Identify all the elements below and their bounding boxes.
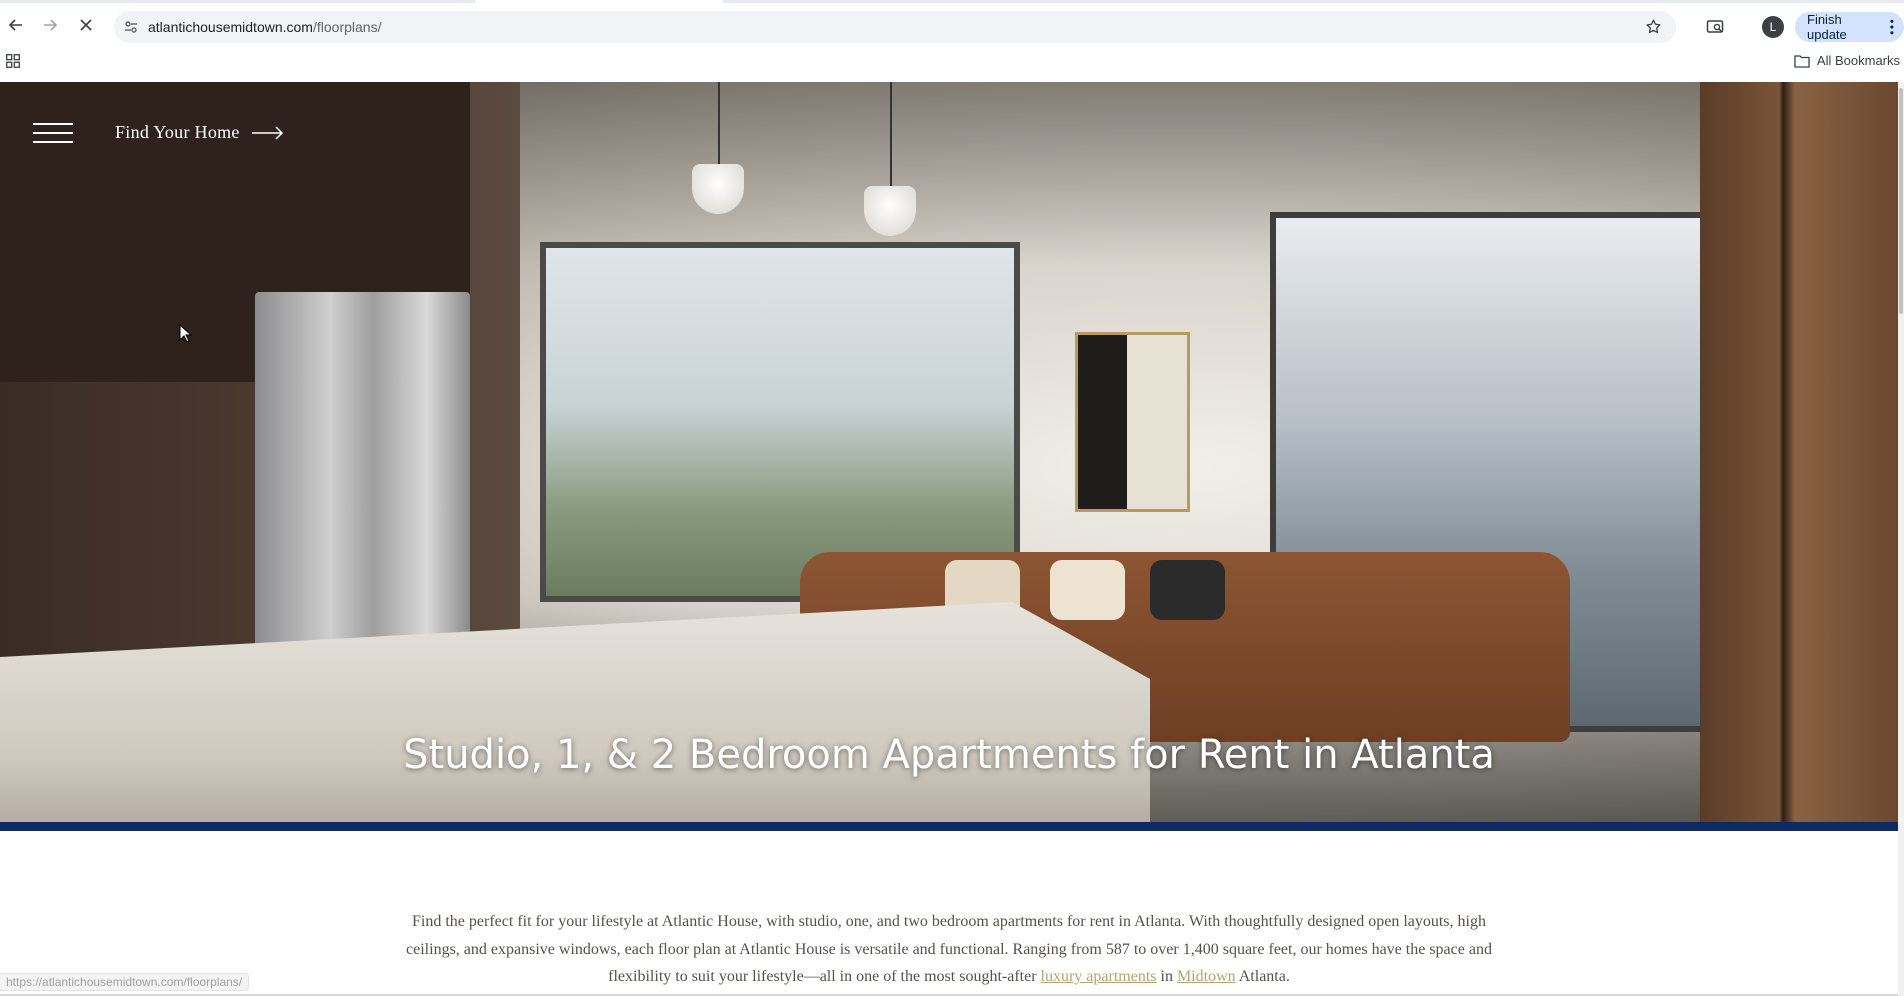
hero-image-pillow	[1050, 560, 1125, 620]
tune-icon[interactable]	[114, 19, 148, 35]
intro-paragraph: Find the perfect fit for your lifestyle …	[396, 908, 1502, 991]
status-bar-url: https://atlantichousemidtown.com/floorpl…	[0, 973, 250, 991]
apps-grid-icon[interactable]	[6, 54, 20, 73]
hamburger-menu-icon[interactable]	[33, 122, 73, 143]
hero-image-pillow	[1150, 560, 1225, 620]
find-your-home-link[interactable]: Find Your Home	[115, 122, 284, 143]
hero-image-artwork	[1075, 332, 1190, 512]
hero-nav: Find Your Home	[33, 122, 284, 143]
profile-button[interactable]: L	[1762, 11, 1784, 43]
finish-update-label: Finish update	[1807, 12, 1847, 42]
url-text: atlantichousemidtown.com/floorplans/	[148, 19, 381, 35]
hero-image-fridge	[255, 292, 470, 652]
hero-image-pendant-cord	[890, 82, 892, 192]
find-your-home-label: Find Your Home	[115, 122, 240, 142]
forward-arrow-icon[interactable]	[36, 11, 64, 39]
star-icon[interactable]	[1645, 18, 1662, 39]
kebab-menu-icon	[1890, 19, 1894, 35]
long-arrow-right-icon	[251, 125, 283, 140]
hero-image-window-left	[540, 242, 1020, 602]
midtown-link[interactable]: Midtown	[1177, 968, 1236, 985]
page-title: Studio, 1, & 2 Bedroom Apartments for Re…	[403, 732, 1495, 778]
bookmarks-bar: All Bookmarks	[0, 47, 1904, 81]
address-bar[interactable]: atlantichousemidtown.com/floorplans/	[114, 11, 1676, 43]
all-bookmarks-button[interactable]: All Bookmarks	[1794, 53, 1900, 68]
url-host: atlantichousemidtown.com	[148, 19, 313, 35]
hero-image-pendant-lamp	[864, 186, 916, 236]
hero-section: Find Your Home Studio, 1, & 2 Bedroom Ap…	[0, 82, 1898, 822]
finish-update-button[interactable]: Finish update	[1795, 11, 1904, 43]
luxury-apartments-link[interactable]: luxury apartments	[1041, 968, 1157, 985]
intro-text-after: Atlanta.	[1235, 968, 1290, 985]
cast-search-icon[interactable]	[1706, 11, 1724, 43]
page-scrollbar[interactable]	[1898, 82, 1904, 996]
hero-image-pendant-cord	[718, 82, 720, 172]
hero-accent-bar	[0, 822, 1898, 831]
all-bookmarks-label: All Bookmarks	[1816, 53, 1900, 68]
scrollbar-thumb[interactable]	[1899, 88, 1903, 314]
intro-text-mid: in	[1156, 968, 1177, 985]
browser-chrome: atlantichousemidtown.com/floorplans/ L F…	[0, 0, 1904, 82]
mouse-cursor-icon	[179, 324, 193, 343]
avatar: L	[1762, 16, 1784, 38]
url-path: /floorplans/	[312, 19, 382, 35]
folder-icon	[1794, 54, 1810, 68]
back-arrow-icon[interactable]	[2, 11, 30, 39]
hero-image-shelving	[1700, 82, 1898, 822]
intro-text-before: Find the perfect fit for your lifestyle …	[406, 913, 1492, 985]
stop-loading-icon[interactable]	[72, 11, 100, 39]
browser-toolbar: atlantichousemidtown.com/floorplans/ L F…	[0, 3, 1904, 45]
hero-image-pendant-lamp	[692, 164, 744, 214]
